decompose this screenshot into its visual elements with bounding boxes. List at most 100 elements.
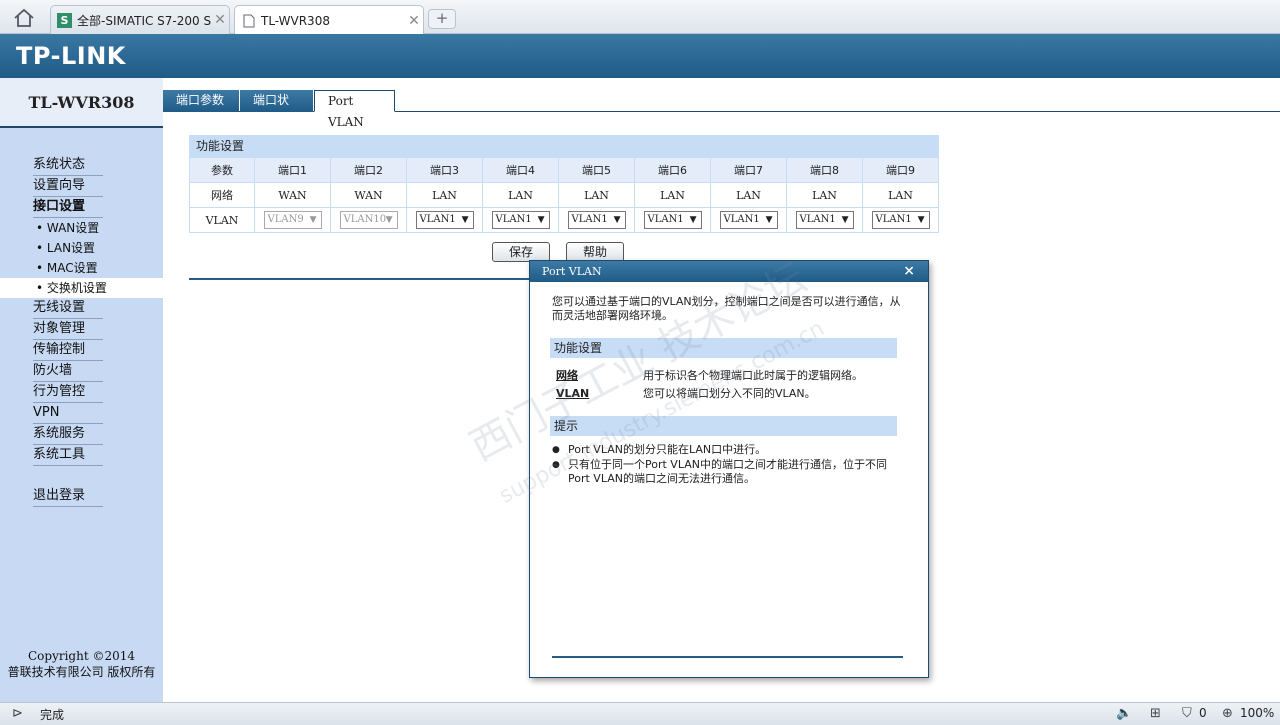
sidebar-item-lan[interactable]: • LAN设置 [36,238,106,258]
sidebar-item-mac[interactable]: • MAC设置 [36,258,106,278]
chevron-down-icon: ▼ [841,215,849,225]
row-label: VLAN [189,207,255,233]
sidebar-item-setup-wizard[interactable]: 设置向导 [33,176,103,197]
column-header: 端口6 [634,157,711,183]
toolbox-icon[interactable]: ⊞ [1150,706,1161,721]
settings-panel: 功能设置 参数 端口1 端口2 端口3 端口4 端口5 端口6 端口7 端口8 … [189,135,939,233]
sidebar-item-firewall[interactable]: 防火墙 [33,361,103,382]
sidebar-item-objects[interactable]: 对象管理 [33,319,103,340]
close-icon[interactable]: × [903,261,915,282]
home-icon[interactable] [10,6,38,30]
column-header: 端口1 [254,157,331,183]
network-cell: WAN [330,182,407,208]
sidebar-item-system-status[interactable]: 系统状态 [33,155,103,176]
chevron-down-icon: ▼ [917,215,925,225]
divider [552,656,903,658]
new-tab-button[interactable]: + [428,9,456,29]
zoom-icon[interactable]: ⊕ [1222,706,1233,721]
table-row-network: 网络 WAN WAN LAN LAN LAN LAN LAN LAN LAN [189,182,939,208]
popup-term-row: 网络 用于标识各个物理端口此时属于的逻辑网络。 [556,367,863,383]
term-desc: 用于标识各个物理端口此时属于的逻辑网络。 [643,369,863,382]
tab-port-params[interactable]: 端口参数 [163,90,239,112]
browser-tab-label: TL-WVR308 [261,13,330,28]
sidebar-item-tools[interactable]: 系统工具 [33,445,103,466]
select-value: VLAN1 [571,214,608,225]
close-tab-icon[interactable]: ✕ [405,13,423,29]
speaker-icon[interactable]: 🔈 [1116,706,1132,721]
page-icon [241,13,256,28]
vlan-select-port6[interactable]: VLAN1 ▼ [643,211,702,229]
browser-tab-siemens[interactable]: S 全部-SIMATIC S7-200 S ✕ [50,5,230,34]
sidebar-item-wireless[interactable]: 无线设置 [33,298,103,319]
brand-header: TP-LINK [0,34,1280,78]
chevron-down-icon: ▼ [309,215,317,225]
vlan-select-port8[interactable]: VLAN1 ▼ [795,211,854,229]
vlan-cell: VLAN1 ▼ [710,207,787,233]
chevron-down-icon: ▼ [765,215,773,225]
vlan-select-port2: VLAN10 ▼ [339,211,398,229]
network-cell: LAN [710,182,787,208]
popup-section-title: 功能设置 [550,338,897,358]
chevron-down-icon: ▼ [689,215,697,225]
chevron-down-icon: ▼ [461,215,469,225]
tab-port-vlan[interactable]: Port VLAN [314,90,395,129]
select-value: VLAN10 [343,214,387,225]
column-header: 端口9 [862,157,939,183]
network-cell: LAN [482,182,559,208]
browser-tab-tplink[interactable]: TL-WVR308 ✕ [234,5,424,35]
vlan-cell: VLAN1 ▼ [558,207,635,233]
column-header: 端口3 [406,157,483,183]
network-cell: LAN [634,182,711,208]
shield-icon[interactable]: ⛉ [1182,706,1192,721]
browser-tab-label: 全部-SIMATIC S7-200 S [77,13,211,28]
select-value: VLAN1 [419,214,456,225]
network-cell: WAN [254,182,331,208]
vlan-select-port5[interactable]: VLAN1 ▼ [567,211,626,229]
tip-item: 只有位于同一个Port VLAN中的端口之间才能进行通信，位于不同Port VL… [552,458,902,486]
sidebar-item-switch[interactable]: • 交换机设置 [0,278,163,298]
vlan-select-port9[interactable]: VLAN1 ▼ [871,211,930,229]
port-table: 参数 端口1 端口2 端口3 端口4 端口5 端口6 端口7 端口8 端口9 网… [189,157,939,233]
content-tabs: 端口参数 端口状态 Port VLAN [163,90,1280,129]
select-value: VLAN1 [799,214,836,225]
vlan-cell: VLAN1 ▼ [862,207,939,233]
sidebar-item-logout[interactable]: 退出登录 [33,486,103,507]
select-value: VLAN1 [495,214,532,225]
close-tab-icon[interactable]: ✕ [211,12,229,28]
siemens-s-icon: S [57,12,72,28]
save-button[interactable]: 保存 [492,242,550,262]
browser-status-bar: ⊳ 完成 🔈 ⊞ ⛉ 0 ⊕ 100% [0,702,1280,725]
sidebar-item-vpn[interactable]: VPN [33,403,103,424]
tab-port-status[interactable]: 端口状态 [240,90,313,128]
sidebar-item-wan[interactable]: • WAN设置 [36,218,106,238]
sidebar-item-interface-settings[interactable]: 接口设置 [33,197,103,218]
row-label: 网络 [189,182,255,208]
copyright-line: 普联技术有限公司 版权所有 [7,665,156,679]
column-header: 参数 [189,157,255,183]
vlan-cell: VLAN1 ▼ [786,207,863,233]
vlan-select-port3[interactable]: VLAN1 ▼ [415,211,474,229]
column-header: 端口4 [482,157,559,183]
model-name: TL-WVR308 [0,78,163,128]
sidebar-toggle-icon[interactable]: ⊳ [12,706,23,721]
sidebar-menu: 系统状态 设置向导 接口设置 • WAN设置 • LAN设置 • MAC设置 •… [0,155,163,507]
network-cell: LAN [558,182,635,208]
tp-link-logo: TP-LINK [16,42,126,70]
vlan-cell: VLAN1 ▼ [482,207,559,233]
help-button[interactable]: 帮助 [566,242,624,262]
sidebar-item-transfer[interactable]: 传输控制 [33,340,103,361]
vlan-select-port7[interactable]: VLAN1 ▼ [719,211,778,229]
popup-title: Port VLAN [542,265,602,278]
browser-tab-bar: S 全部-SIMATIC S7-200 S ✕ TL-WVR308 ✕ + [0,0,1280,35]
zoom-level[interactable]: 100% [1240,706,1274,720]
network-cell: LAN [786,182,863,208]
help-popup: Port VLAN × 您可以通过基于端口的VLAN划分，控制端口之间是否可以进… [529,260,929,678]
sidebar: TL-WVR308 系统状态 设置向导 接口设置 • WAN设置 • LAN设置… [0,78,163,702]
vlan-select-port4[interactable]: VLAN1 ▼ [491,211,550,229]
divider [189,278,529,280]
select-value: VLAN9 [267,214,304,225]
select-value: VLAN1 [647,214,684,225]
sidebar-item-behavior[interactable]: 行为管控 [33,382,103,403]
popup-description: 您可以通过基于端口的VLAN划分，控制端口之间是否可以进行通信，从而灵活地部署网… [552,295,901,322]
sidebar-item-services[interactable]: 系统服务 [33,424,103,445]
